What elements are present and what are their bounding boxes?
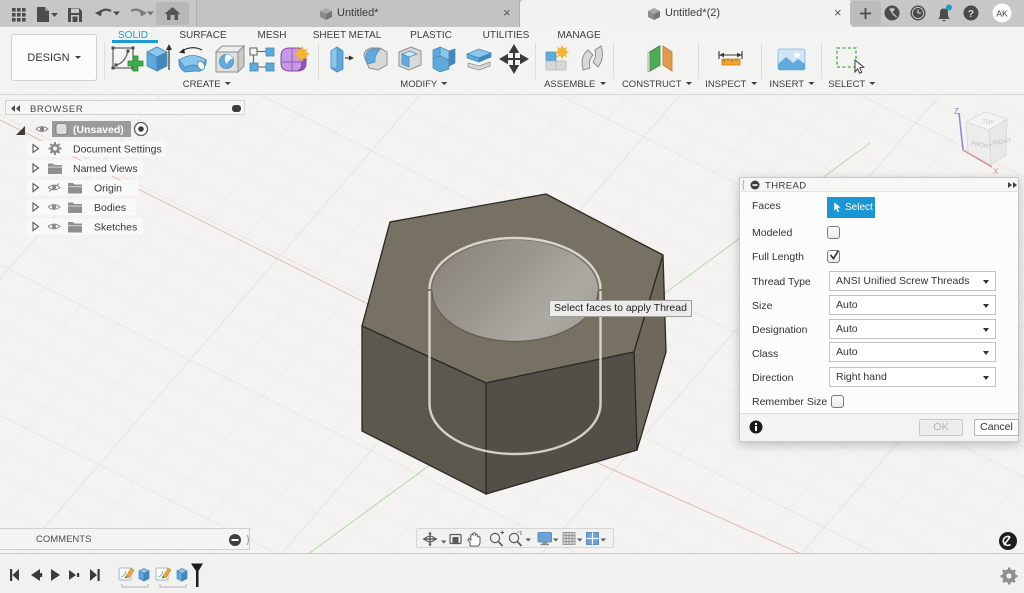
svg-text:AK: AK xyxy=(996,9,1008,19)
svg-text:RIGHT: RIGHT xyxy=(992,138,1012,147)
svg-text:Named Views: Named Views xyxy=(73,163,138,175)
svg-text:Document Settings: Document Settings xyxy=(73,144,162,156)
svg-text:THREAD: THREAD xyxy=(765,181,806,192)
svg-text:X: X xyxy=(993,167,999,176)
svg-text:Sketches: Sketches xyxy=(94,222,137,234)
svg-text:(Unsaved): (Unsaved) xyxy=(73,124,124,136)
svg-text:Z: Z xyxy=(954,107,959,116)
svg-text:BROWSER: BROWSER xyxy=(30,104,83,115)
svg-text:Bodies: Bodies xyxy=(94,202,126,214)
svg-text:Origin: Origin xyxy=(94,183,122,195)
svg-text:?: ? xyxy=(968,8,974,20)
